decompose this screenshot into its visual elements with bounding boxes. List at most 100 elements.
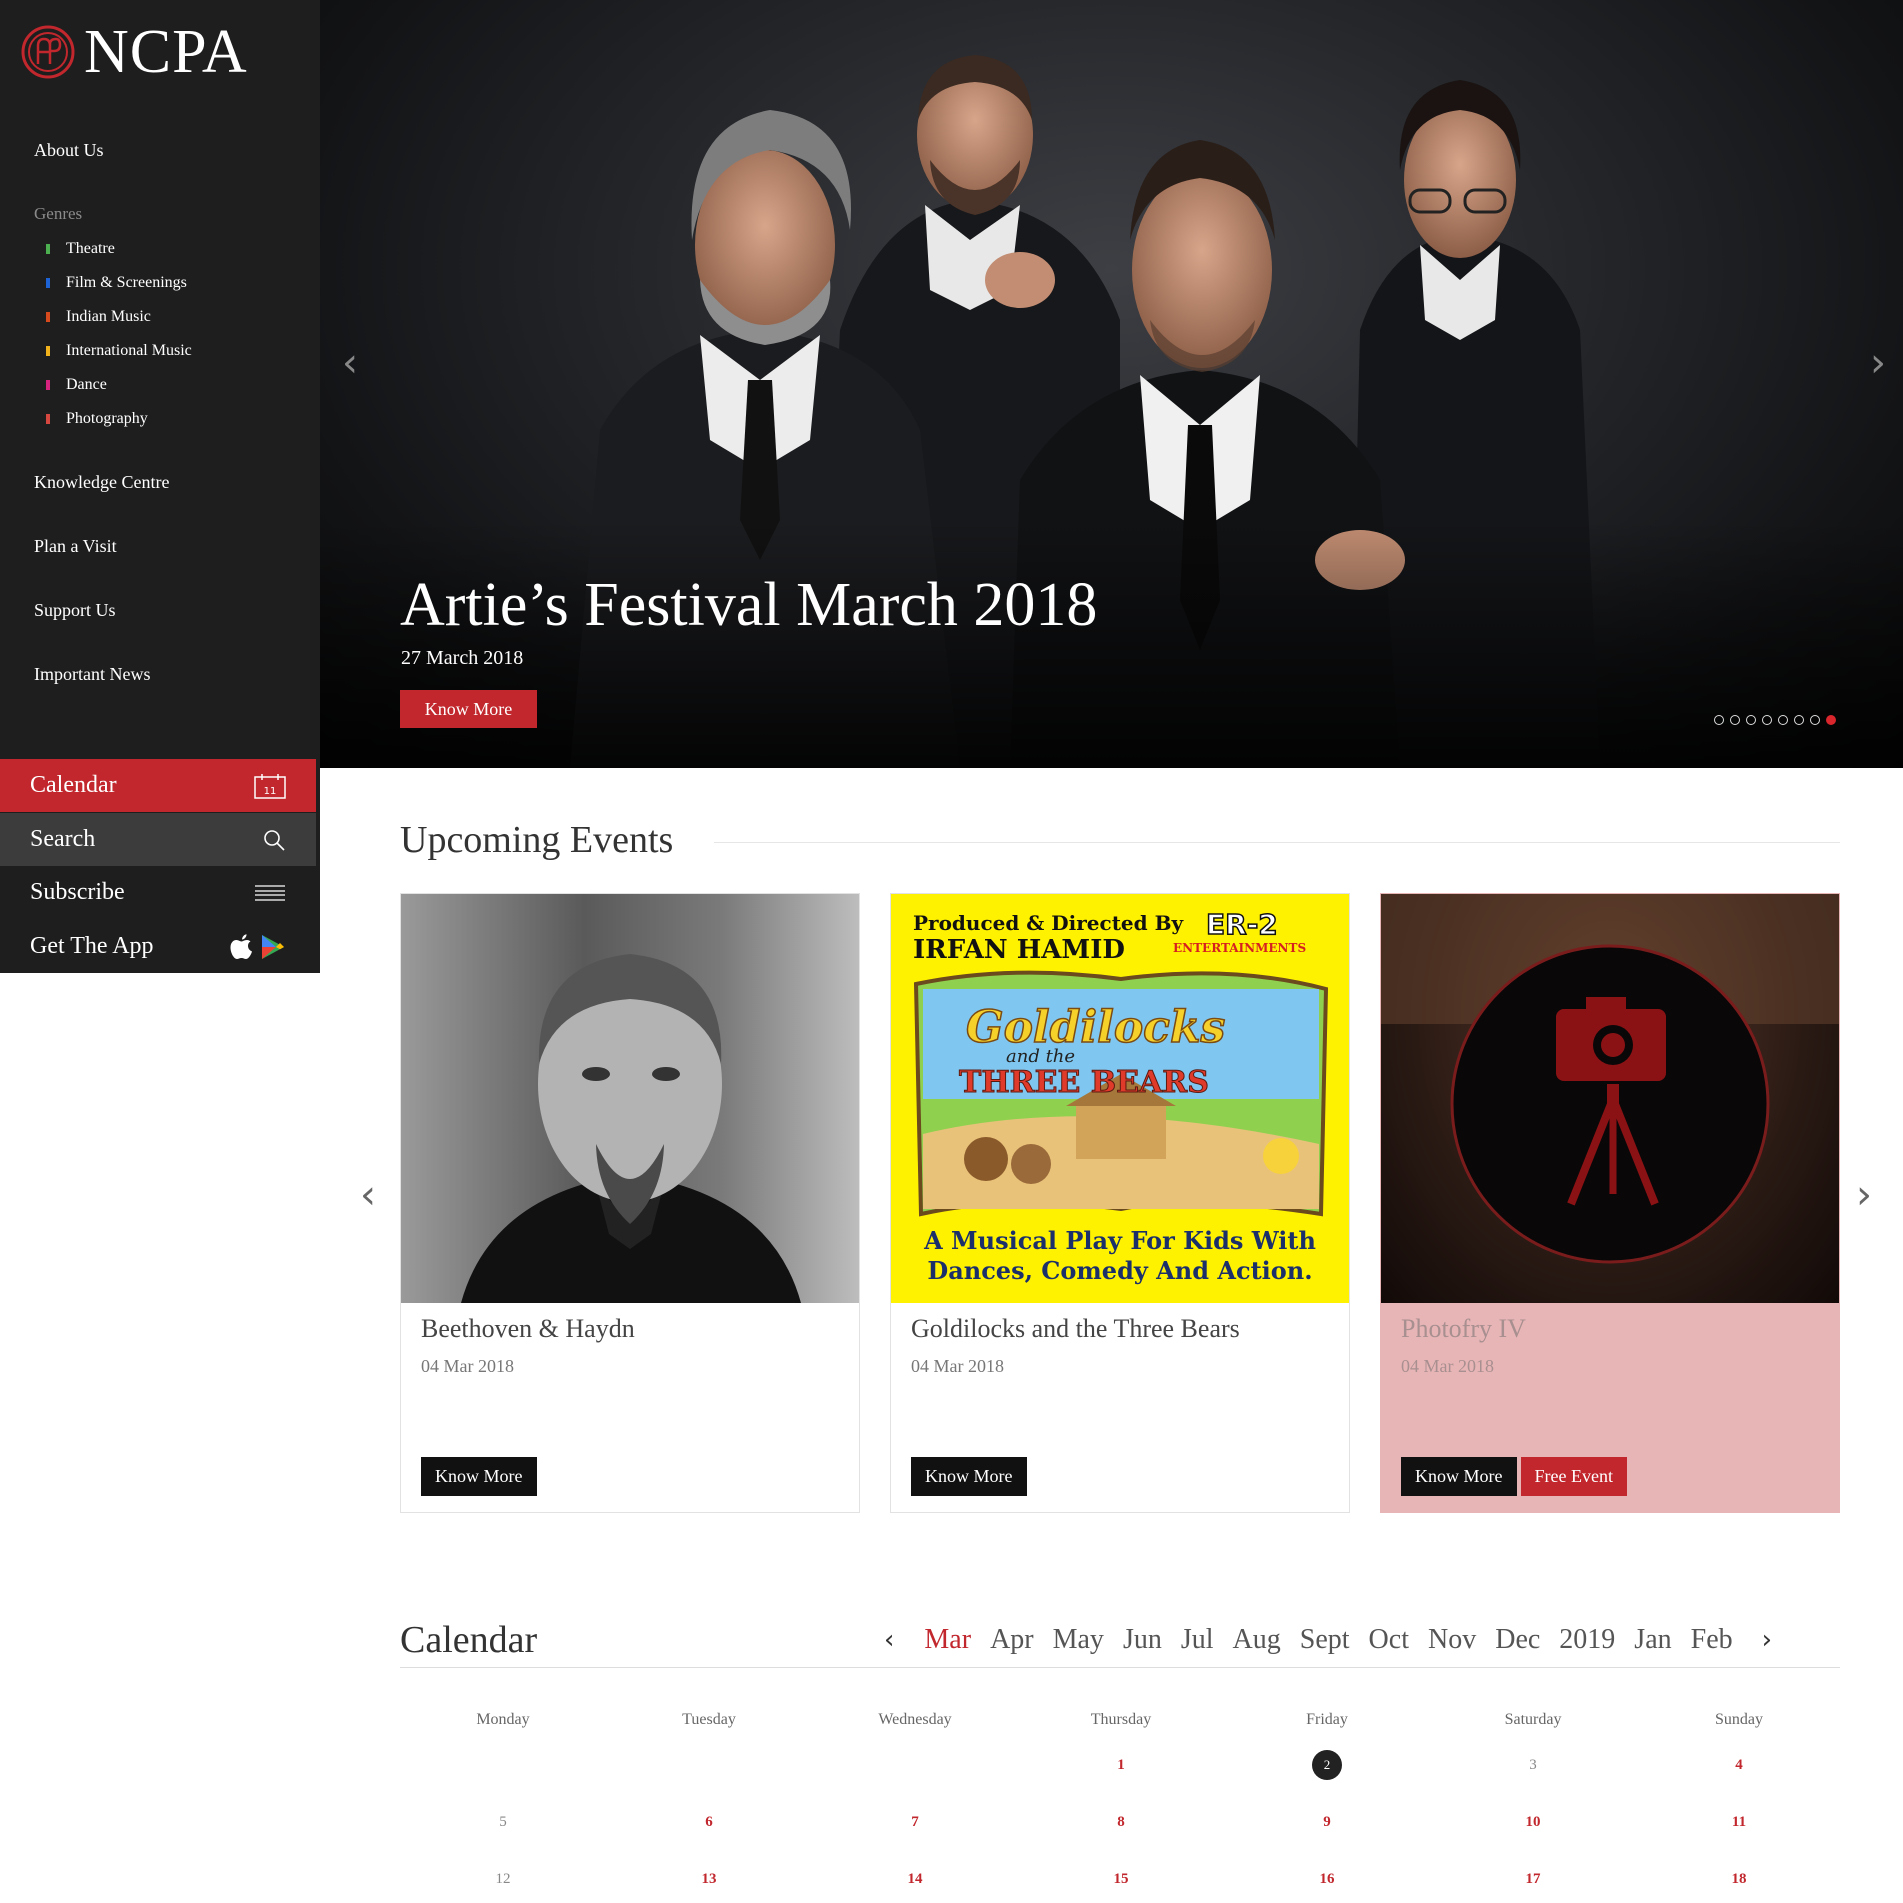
calendar-day[interactable]: 12 <box>483 1864 523 1894</box>
calendar-day[interactable]: 13 <box>689 1864 729 1894</box>
calendar-day-today[interactable]: 2 <box>1312 1750 1342 1780</box>
month-aug[interactable]: Aug <box>1233 1624 1281 1656</box>
month-dec[interactable]: Dec <box>1495 1624 1540 1656</box>
calendar-day[interactable]: 9 <box>1307 1807 1347 1837</box>
month-apr[interactable]: Apr <box>990 1624 1034 1656</box>
genre-color-bar <box>46 414 50 424</box>
slider-dot[interactable] <box>1794 715 1804 725</box>
know-more-button[interactable]: Know More <box>421 1457 537 1496</box>
nav-about-us[interactable]: About Us <box>34 140 104 161</box>
poster-logo: ER-2 <box>1206 908 1278 941</box>
genre-color-bar <box>46 312 50 322</box>
calendar-day[interactable]: 16 <box>1307 1864 1347 1894</box>
app-store-icons <box>228 932 286 962</box>
month-jan[interactable]: Jan <box>1634 1624 1671 1656</box>
events-prev-arrow-icon[interactable]: ‹ <box>360 1172 376 1218</box>
upcoming-events-heading: Upcoming Events <box>400 819 674 861</box>
event-image-portrait <box>401 894 859 1303</box>
hero-know-more-button[interactable]: Know More <box>400 690 537 728</box>
calendar-next-arrow-icon[interactable]: › <box>1762 1625 1772 1655</box>
event-title[interactable]: Photofry IV <box>1401 1314 1526 1344</box>
google-play-icon[interactable] <box>260 933 286 961</box>
month-jul[interactable]: Jul <box>1181 1624 1214 1656</box>
nav-important-news[interactable]: Important News <box>34 664 150 685</box>
genre-international-music[interactable]: International Music <box>46 342 192 360</box>
know-more-button[interactable]: Know More <box>911 1457 1027 1496</box>
calendar-icon: 11 <box>254 773 286 799</box>
ncpa-logo[interactable]: NCPA <box>20 21 248 83</box>
weekday-label: Wednesday <box>878 1711 952 1728</box>
weekday-label: Saturday <box>1504 1711 1562 1728</box>
genre-label: Dance <box>66 376 107 393</box>
calendar-day[interactable]: 4 <box>1719 1750 1759 1780</box>
month-nov[interactable]: Nov <box>1428 1624 1476 1656</box>
nav-plan-a-visit[interactable]: Plan a Visit <box>34 536 117 557</box>
calendar-day[interactable]: 15 <box>1101 1864 1141 1894</box>
genre-color-bar <box>46 278 50 288</box>
subscribe-button[interactable]: Subscribe <box>0 866 316 919</box>
event-title[interactable]: Goldilocks and the Three Bears <box>911 1314 1240 1344</box>
genre-dance[interactable]: Dance <box>46 376 107 394</box>
calendar-day[interactable]: 11 <box>1719 1807 1759 1837</box>
month-sept[interactable]: Sept <box>1300 1624 1350 1656</box>
apple-icon[interactable] <box>228 932 256 962</box>
nav-support-us[interactable]: Support Us <box>34 600 116 621</box>
event-card[interactable]: Beethoven & Haydn 04 Mar 2018 Know More <box>400 893 860 1513</box>
slider-dot[interactable] <box>1746 715 1756 725</box>
genre-indian-music[interactable]: Indian Music <box>46 308 151 326</box>
subscribe-lines-icon <box>254 883 286 903</box>
month-feb[interactable]: Feb <box>1691 1624 1733 1656</box>
event-image-photography <box>1381 894 1839 1303</box>
calendar-day[interactable]: 8 <box>1101 1807 1141 1837</box>
nav-knowledge-centre[interactable]: Knowledge Centre <box>34 472 169 493</box>
genre-color-bar <box>46 244 50 254</box>
search-button-label: Search <box>30 826 96 852</box>
calendar-day[interactable]: 17 <box>1513 1864 1553 1894</box>
calendar-button[interactable]: Calendar 11 <box>0 759 316 812</box>
poster-tagline-2: Dances, Comedy And Action. <box>927 1256 1312 1285</box>
calendar-day[interactable]: 10 <box>1513 1807 1553 1837</box>
hero-prev-arrow-icon[interactable]: ‹ <box>342 340 358 386</box>
calendar-prev-arrow-icon[interactable]: ‹ <box>884 1625 894 1655</box>
poster-title-bears: THREE BEARS <box>959 1065 1209 1100</box>
slider-dot[interactable] <box>1762 715 1772 725</box>
calendar-icon-day: 11 <box>264 786 277 797</box>
month-mar[interactable]: Mar <box>924 1624 971 1656</box>
get-the-app-label: Get The App <box>30 933 154 959</box>
slider-dot[interactable] <box>1730 715 1740 725</box>
genre-label: International Music <box>66 342 192 359</box>
slider-dot-active[interactable] <box>1826 715 1836 725</box>
slider-dot[interactable] <box>1810 715 1820 725</box>
genre-photography[interactable]: Photography <box>46 410 148 428</box>
event-title[interactable]: Beethoven & Haydn <box>421 1314 635 1344</box>
genre-label: Theatre <box>66 240 115 257</box>
calendar-day[interactable]: 7 <box>895 1807 935 1837</box>
genre-label: Indian Music <box>66 308 151 325</box>
know-more-button[interactable]: Know More <box>1401 1457 1517 1496</box>
calendar-day[interactable]: 18 <box>1719 1864 1759 1894</box>
search-button[interactable]: Search <box>0 813 316 866</box>
genre-film-screenings[interactable]: Film & Screenings <box>46 274 187 292</box>
calendar-day[interactable]: 3 <box>1513 1750 1553 1780</box>
genre-theatre[interactable]: Theatre <box>46 240 115 258</box>
event-card[interactable]: Photofry IV 04 Mar 2018 Know More Free E… <box>1380 893 1840 1513</box>
hero-slider: ‹ › Artie’s Festival March 2018 27 March… <box>320 0 1903 768</box>
sidebar: NCPA About Us Genres Theatre Film & Scre… <box>0 0 320 973</box>
slider-dot[interactable] <box>1778 715 1788 725</box>
calendar-day[interactable]: 5 <box>483 1807 523 1837</box>
free-event-button[interactable]: Free Event <box>1520 1457 1627 1496</box>
events-next-arrow-icon[interactable]: › <box>1856 1172 1872 1218</box>
slider-dot[interactable] <box>1714 715 1724 725</box>
month-jun[interactable]: Jun <box>1123 1624 1162 1656</box>
event-card[interactable]: Produced & Directed By IRFAN HAMID ER-2 … <box>890 893 1350 1513</box>
hero-title: Artie’s Festival March 2018 <box>400 571 1098 639</box>
get-the-app-button[interactable]: Get The App <box>0 920 316 973</box>
calendar-day[interactable]: 14 <box>895 1864 935 1894</box>
calendar-day[interactable]: 6 <box>689 1807 729 1837</box>
calendar-day[interactable]: 1 <box>1101 1750 1141 1780</box>
weekday-label: Friday <box>1306 1711 1348 1728</box>
hero-next-arrow-icon[interactable]: › <box>1870 340 1886 386</box>
month-oct[interactable]: Oct <box>1369 1624 1409 1656</box>
poster-tagline-1: A Musical Play For Kids With <box>923 1226 1316 1255</box>
month-may[interactable]: May <box>1053 1624 1104 1656</box>
